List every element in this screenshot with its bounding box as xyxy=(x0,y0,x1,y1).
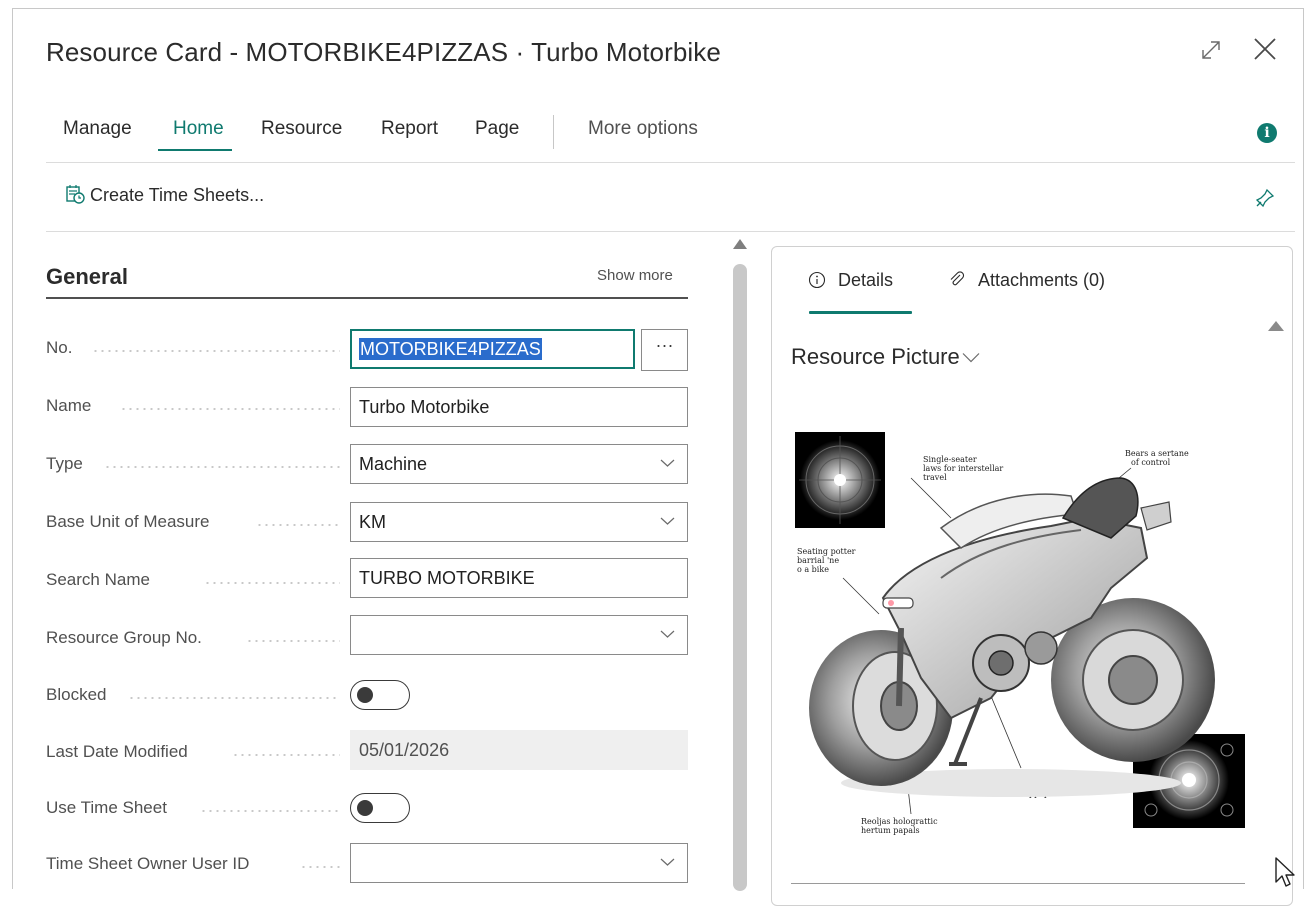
time-sheet-owner-select[interactable] xyxy=(350,843,688,883)
label-leader xyxy=(232,754,340,756)
info-icon[interactable]: i xyxy=(1257,123,1277,143)
tab-attachments[interactable]: Attachments (0) xyxy=(948,270,1105,291)
scrollbar-thumb[interactable] xyxy=(733,264,747,891)
toggle-knob xyxy=(357,687,373,703)
chevron-down-icon xyxy=(962,353,980,363)
field-label-blocked: Blocked xyxy=(46,685,107,704)
create-time-sheets-button[interactable]: Create Time Sheets... xyxy=(64,183,264,206)
resource-picture-title: Resource Picture xyxy=(791,344,960,369)
svg-text:Single-seater: Single-seater xyxy=(923,455,977,464)
type-select-value: Machine xyxy=(359,454,428,474)
chevron-down-icon xyxy=(660,517,675,525)
divider xyxy=(46,231,1295,232)
resource-picture[interactable]: Single-seater laws for interstellar trav… xyxy=(791,418,1249,855)
pin-icon[interactable] xyxy=(1254,187,1276,209)
field-label-last-date-modified: Last Date Modified xyxy=(46,742,188,761)
field-label-base-unit: Base Unit of Measure xyxy=(46,512,210,531)
tab-manage[interactable]: Manage xyxy=(63,118,132,140)
field-label-time-sheet-owner: Time Sheet Owner User ID xyxy=(46,854,250,873)
field-label-name: Name xyxy=(46,396,92,415)
paperclip-icon xyxy=(950,271,965,286)
lookup-button[interactable]: ··· xyxy=(641,329,688,371)
factbox-divider xyxy=(791,883,1245,884)
resource-picture-header[interactable]: Resource Picture xyxy=(791,344,980,370)
label-leader xyxy=(204,582,340,584)
no-field[interactable]: MOTORBIKE4PIZZAS xyxy=(350,329,635,369)
label-leader xyxy=(246,640,340,642)
tab-details-label: Details xyxy=(838,270,894,290)
svg-text:Seating potter: Seating potter xyxy=(797,547,856,556)
section-rule xyxy=(46,297,688,299)
tab-details[interactable]: Details xyxy=(808,270,893,291)
field-label-type: Type xyxy=(46,454,83,473)
svg-text:o a bike: o a bike xyxy=(797,565,829,574)
field-label-use-time-sheet: Use Time Sheet xyxy=(46,798,167,817)
search-name-field[interactable]: TURBO MOTORBIKE xyxy=(350,558,688,598)
resource-group-select[interactable] xyxy=(350,615,688,655)
active-tab-indicator xyxy=(158,149,232,151)
base-unit-value: KM xyxy=(359,512,386,532)
tab-resource[interactable]: Resource xyxy=(261,118,342,140)
section-title-general: General xyxy=(46,264,128,289)
tab-home[interactable]: Home xyxy=(173,118,224,140)
last-date-modified-value: 05/01/2026 xyxy=(350,730,688,770)
chevron-down-icon xyxy=(660,630,675,638)
field-label-no: No. xyxy=(46,338,73,357)
time-sheet-icon xyxy=(66,185,85,204)
label-leader xyxy=(256,524,340,526)
svg-text:of control: of control xyxy=(1131,458,1171,467)
close-icon[interactable] xyxy=(1250,34,1280,64)
more-options-link[interactable]: More options xyxy=(588,118,698,140)
show-more-link[interactable]: Show more xyxy=(597,267,673,284)
nav-separator xyxy=(553,115,554,149)
svg-text:laws for interstellar: laws for interstellar xyxy=(923,464,1003,473)
chevron-down-icon xyxy=(660,459,675,467)
factbox-scroll-up-arrow[interactable] xyxy=(1268,321,1284,331)
label-leader xyxy=(300,866,340,868)
active-tab-indicator xyxy=(809,311,912,314)
divider xyxy=(46,162,1295,163)
svg-text:hertum papals: hertum papals xyxy=(861,826,920,835)
create-time-sheets-label: Create Time Sheets... xyxy=(90,185,265,205)
tab-report[interactable]: Report xyxy=(381,118,438,140)
label-leader xyxy=(200,810,340,812)
svg-text:Bears a sertane: Bears a sertane xyxy=(1125,449,1189,458)
svg-text:travel: travel xyxy=(923,473,947,482)
tab-attachments-label: Attachments (0) xyxy=(978,270,1106,290)
blocked-toggle[interactable] xyxy=(350,680,410,710)
info-circle-icon xyxy=(808,271,826,289)
label-leader xyxy=(92,350,340,352)
field-label-resource-group: Resource Group No. xyxy=(46,628,202,647)
tab-page[interactable]: Page xyxy=(475,118,519,140)
label-leader xyxy=(104,466,340,468)
scroll-up-arrow[interactable] xyxy=(733,239,747,249)
svg-text:Reoljas holograttic: Reoljas holograttic xyxy=(861,817,938,826)
base-unit-select[interactable]: KM xyxy=(350,502,688,542)
toggle-knob xyxy=(357,800,373,816)
mouse-cursor-icon xyxy=(1275,857,1295,887)
chevron-down-icon xyxy=(660,858,675,866)
type-select[interactable]: Machine xyxy=(350,444,688,484)
label-leader xyxy=(128,697,340,699)
label-leader xyxy=(120,408,340,410)
field-label-search-name: Search Name xyxy=(46,570,150,589)
use-time-sheet-toggle[interactable] xyxy=(350,793,410,823)
expand-icon[interactable] xyxy=(1197,36,1225,64)
svg-text:barrial 'ne: barrial 'ne xyxy=(797,556,839,565)
page-title: Resource Card - MOTORBIKE4PIZZAS · Turbo… xyxy=(46,37,721,67)
name-field[interactable]: Turbo Motorbike xyxy=(350,387,688,427)
